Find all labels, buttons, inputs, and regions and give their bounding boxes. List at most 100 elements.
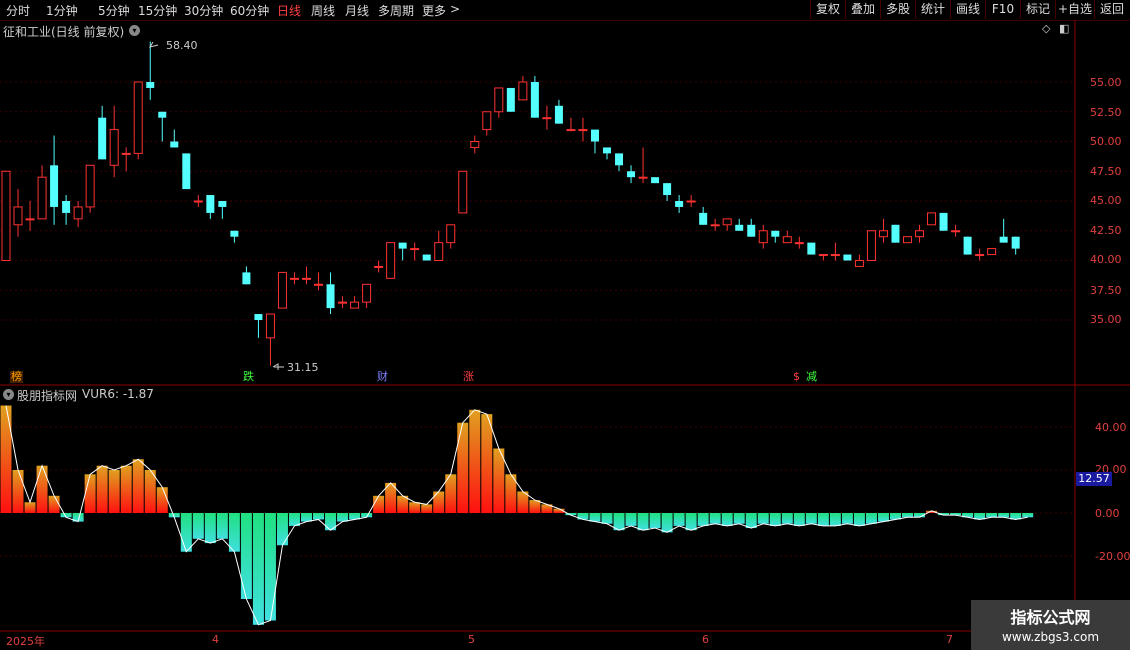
price-tick: 45.00 <box>1090 194 1122 207</box>
watermark-logo: 指标公式网 www.zbgs3.com <box>971 600 1130 650</box>
candle-body-up <box>566 129 576 132</box>
indicator-tick: -20.00 <box>1095 550 1130 563</box>
indicator-bar-negative <box>637 513 649 531</box>
indicator-bar-negative <box>986 513 998 518</box>
indicator-bar-positive <box>120 465 132 513</box>
price-tick: 40.00 <box>1090 253 1122 266</box>
candle-body-down <box>663 183 672 196</box>
candle-body-down <box>506 87 515 112</box>
low-price-label: 31.15 <box>287 361 319 374</box>
indicator-bar-negative <box>625 513 637 526</box>
candle-body-down <box>422 254 431 261</box>
candle-body-up <box>818 254 828 257</box>
current-value-badge: 12.57 <box>1076 472 1112 486</box>
candle-body-down <box>230 230 239 237</box>
price-tick: 42.50 <box>1090 224 1122 237</box>
candle-body-up <box>638 176 648 179</box>
indicator-bar-negative <box>902 513 913 518</box>
indicator-bar-negative <box>216 513 228 539</box>
indicator-bar-positive <box>108 470 120 513</box>
indicator-bar-negative <box>793 513 805 526</box>
indicator-bar-positive <box>0 405 12 513</box>
indicator-bar-negative <box>709 513 721 524</box>
price-tick: 37.50 <box>1090 284 1122 297</box>
indicator-bar-positive <box>24 502 36 513</box>
candle-body-up <box>25 218 35 221</box>
candle-body-up <box>470 141 480 148</box>
indicator-bar-positive <box>132 459 144 513</box>
indicator-bar-positive <box>457 422 469 513</box>
candle-body-up <box>362 283 372 303</box>
candle-body-up <box>386 242 396 279</box>
candle-body-up <box>410 248 420 251</box>
candle-body-down <box>603 147 611 154</box>
indicator-bar-negative <box>769 513 781 526</box>
candle-body-up <box>903 236 912 244</box>
indicator-bar-negative <box>276 513 288 546</box>
candle-body-down <box>747 224 756 237</box>
indicator-bar-positive <box>84 474 96 513</box>
event-marker-die[interactable]: 跌 <box>242 371 255 383</box>
candle-body-up <box>830 254 840 257</box>
indicator-bar-negative <box>841 513 853 524</box>
candle-body-up <box>446 224 456 244</box>
candlestick-series <box>1 41 1020 366</box>
candle-body-down <box>843 254 852 261</box>
candle-body-down <box>206 195 215 213</box>
indicator-bar-negative <box>805 513 817 524</box>
candle-body-down <box>530 82 539 118</box>
indicator-dropdown-icon[interactable]: ▾ <box>3 389 14 400</box>
chart-canvas <box>0 20 1130 632</box>
candle-body-down <box>326 284 335 309</box>
candle-body-up <box>73 206 83 220</box>
indicator-bar-negative <box>853 513 865 526</box>
candle-body-down <box>699 212 708 225</box>
candle-body-down <box>218 201 227 207</box>
indicator-series <box>0 405 1034 626</box>
indicator-bar-negative <box>661 513 673 533</box>
indicator-bar-negative <box>649 513 661 529</box>
indicator-bar-negative <box>697 513 709 526</box>
candle-body-up <box>866 230 876 261</box>
indicator-bar-negative <box>877 513 889 522</box>
event-marker-bang[interactable]: 榜 <box>10 371 23 383</box>
indicator-title: 股朋指标网 <box>17 389 78 403</box>
candle-body-up <box>710 224 720 227</box>
indicator-bar-positive <box>156 487 168 513</box>
price-tick: 50.00 <box>1090 135 1122 148</box>
event-marker-jian[interactable]: 减 <box>805 371 818 383</box>
candle-body-up <box>13 206 23 226</box>
candle-body-down <box>963 236 972 255</box>
candle-body-up <box>434 242 444 261</box>
candle-body-up <box>482 111 492 131</box>
candle-body-up <box>265 313 275 339</box>
high-marker-arrow <box>148 41 159 48</box>
candle-body-up <box>927 212 937 226</box>
candle-body-up <box>289 277 299 280</box>
indicator-bar-negative <box>865 513 877 524</box>
event-marker-cai[interactable]: 财 <box>376 371 389 383</box>
event-marker-zhang[interactable]: 涨 <box>462 371 475 383</box>
indicator-bar-negative <box>745 513 757 529</box>
indicator-bar-negative <box>829 513 841 526</box>
candle-body-up <box>878 230 888 238</box>
indicator-bar-positive <box>144 470 156 513</box>
candle-body-up <box>338 301 348 304</box>
indicator-bar-negative <box>180 513 192 552</box>
candle-body-up <box>854 260 864 267</box>
indicator-bar-negative <box>192 513 204 539</box>
candle-body-down <box>1011 236 1020 249</box>
candle-body-down <box>158 111 167 118</box>
indicator-bar-positive <box>373 495 385 513</box>
indicator-value: VUR6: -1.87 <box>82 387 154 401</box>
watermark-line2: www.zbgs3.com <box>1001 630 1100 644</box>
candle-body-down <box>771 230 780 237</box>
candle-body-up <box>686 200 696 203</box>
candle-body-up <box>578 129 588 132</box>
indicator-bar-positive <box>529 500 541 513</box>
indicator-bar-negative <box>337 513 349 522</box>
time-label: 6 <box>702 633 709 646</box>
indicator-bar-negative <box>673 513 685 526</box>
event-marker-dollar[interactable]: $ <box>792 371 801 383</box>
price-tick: 47.50 <box>1090 165 1122 178</box>
